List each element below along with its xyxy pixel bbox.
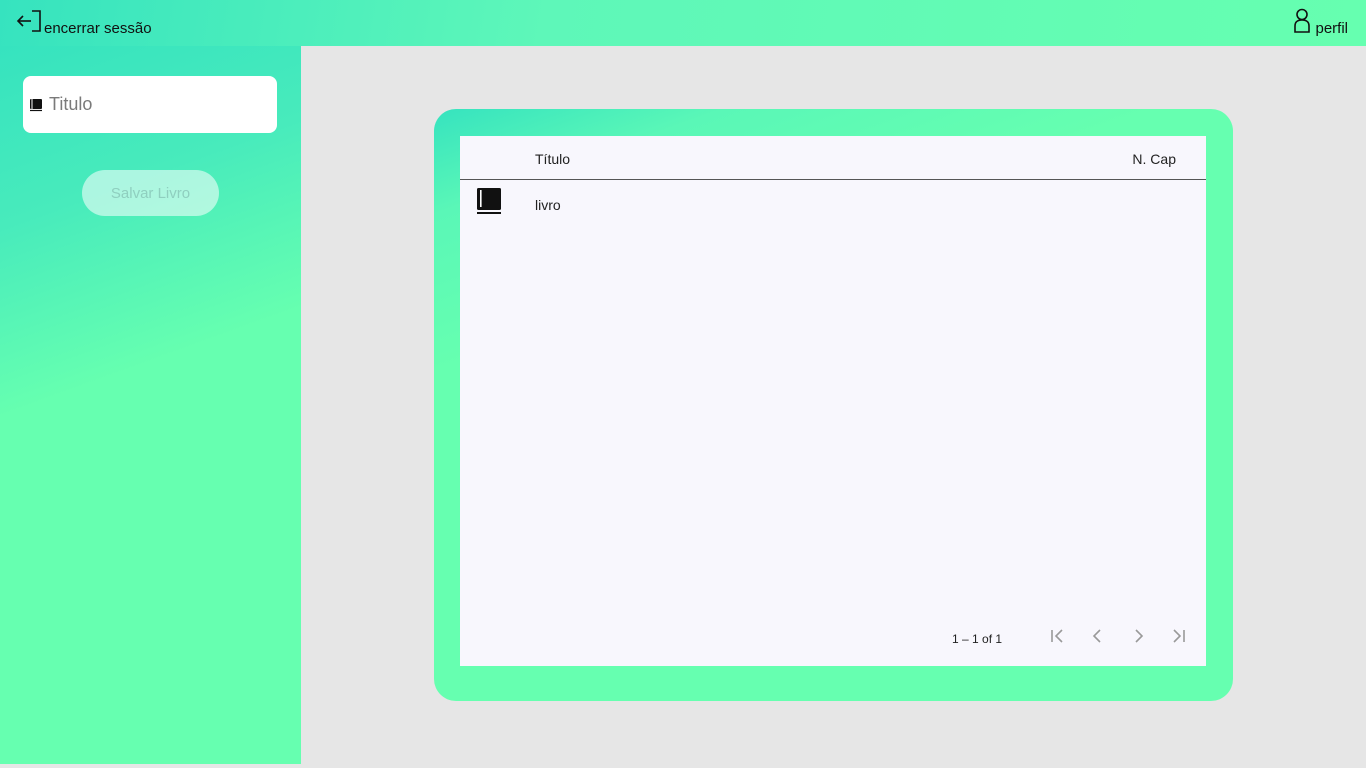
page-range-label: 1 – 1 of 1 bbox=[952, 632, 1003, 646]
last-page-icon bbox=[1173, 629, 1185, 643]
last-page-button[interactable] bbox=[1166, 624, 1190, 648]
profile-button[interactable]: perfil bbox=[1293, 8, 1348, 38]
column-header-chapters[interactable]: N. Cap bbox=[1132, 151, 1176, 167]
row-title: livro bbox=[535, 197, 561, 213]
book-icon bbox=[477, 188, 501, 214]
table-header: Título N. Cap bbox=[460, 136, 1206, 180]
logout-button[interactable]: encerrar sessão bbox=[16, 8, 152, 38]
logout-icon bbox=[16, 10, 41, 32]
column-header-title[interactable]: Título bbox=[535, 151, 570, 167]
chevron-left-icon bbox=[1092, 629, 1101, 643]
book-icon bbox=[30, 98, 42, 111]
profile-label: perfil bbox=[1315, 20, 1348, 37]
chevron-right-icon bbox=[1135, 629, 1144, 643]
sidebar: Salvar Livro bbox=[0, 46, 301, 764]
books-card: Título N. Cap livro 1 – 1 of 1 bbox=[434, 109, 1233, 701]
save-book-button[interactable]: Salvar Livro bbox=[82, 170, 219, 216]
next-page-button[interactable] bbox=[1126, 624, 1150, 648]
table-row[interactable]: livro bbox=[460, 181, 1206, 227]
first-page-icon bbox=[1051, 629, 1063, 643]
paginator: 1 – 1 of 1 bbox=[460, 610, 1206, 666]
previous-page-button[interactable] bbox=[1086, 624, 1110, 648]
first-page-button[interactable] bbox=[1046, 624, 1070, 648]
top-bar: encerrar sessão perfil bbox=[0, 0, 1366, 46]
books-table: Título N. Cap livro 1 – 1 of 1 bbox=[460, 136, 1206, 666]
title-input[interactable] bbox=[49, 94, 249, 115]
title-field[interactable] bbox=[23, 76, 277, 133]
user-icon bbox=[1294, 8, 1311, 33]
logout-label: encerrar sessão bbox=[44, 20, 152, 37]
